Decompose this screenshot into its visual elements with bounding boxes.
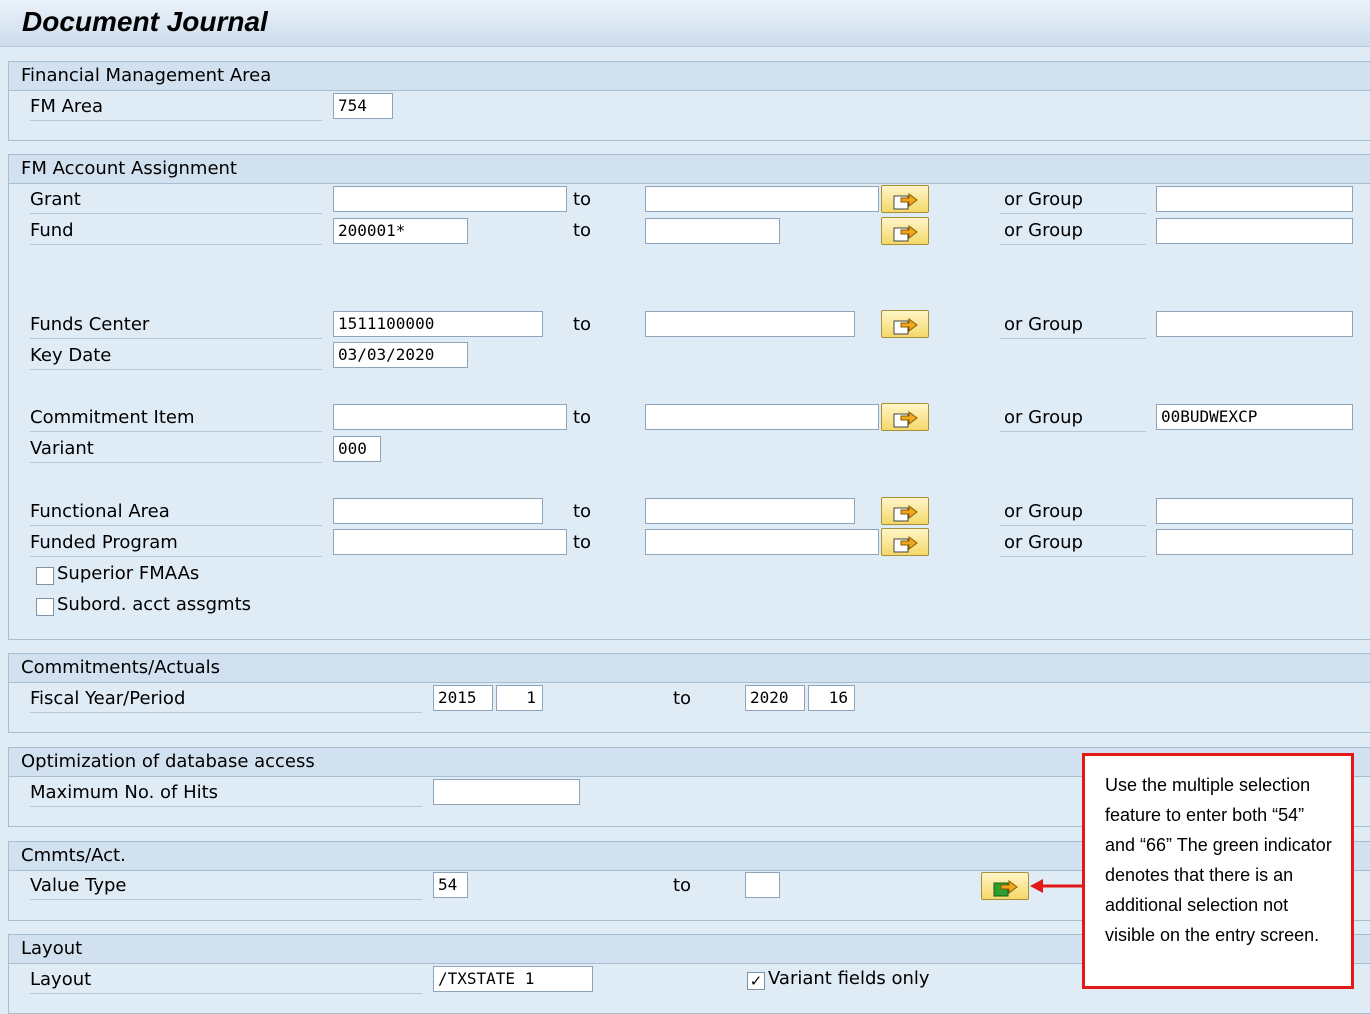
multiple-selection-icon (893, 536, 918, 553)
multiple-selection-button[interactable] (881, 217, 929, 245)
to-label: to (573, 407, 592, 428)
fund-from-input[interactable]: 200001* (333, 218, 468, 244)
multiple-selection-icon (893, 318, 918, 335)
funds-center-group-input[interactable] (1156, 311, 1353, 337)
key-date-input[interactable]: 03/03/2020 (333, 342, 468, 368)
value-type-from-input[interactable]: 54 (433, 872, 468, 898)
superior-fmaas-label: Superior FMAAs (57, 563, 200, 584)
group-header: Financial Management Area (9, 62, 1370, 91)
subord-acct-checkbox[interactable] (36, 598, 54, 616)
page-title: Document Journal (22, 6, 268, 37)
from-period-input[interactable]: 1 (496, 685, 543, 711)
variant-input[interactable]: 000 (333, 436, 381, 462)
fm-area-input[interactable]: 754 (333, 93, 393, 119)
multiple-selection-button-active[interactable] (981, 872, 1029, 900)
or-group-label: or Group (1000, 405, 1146, 432)
to-label: to (573, 501, 592, 522)
to-period-input[interactable]: 16 (808, 685, 855, 711)
functional-area-to-input[interactable] (645, 498, 855, 524)
funded-program-label: Funded Program (30, 530, 322, 557)
to-label: to (573, 189, 592, 210)
multiple-selection-button[interactable] (881, 310, 929, 338)
commitment-item-from-input[interactable] (333, 404, 567, 430)
layout-label: Layout (30, 967, 422, 994)
checkmark-icon: ✓ (749, 972, 763, 990)
to-year-input[interactable]: 2020 (745, 685, 805, 711)
fund-group-input[interactable] (1156, 218, 1353, 244)
grant-label: Grant (30, 187, 322, 214)
multiple-selection-icon (893, 411, 918, 428)
funded-program-group-input[interactable] (1156, 529, 1353, 555)
value-type-to-input[interactable] (745, 872, 780, 898)
variant-label: Variant (30, 436, 322, 463)
functional-area-group-input[interactable] (1156, 498, 1353, 524)
subord-acct-label: Subord. acct assgmts (57, 594, 252, 615)
fiscal-year-period-label: Fiscal Year/Period (30, 686, 422, 713)
multiple-selection-active-icon (993, 880, 1018, 897)
to-label: to (573, 314, 592, 335)
callout-arrow-icon (1030, 879, 1082, 893)
variant-fields-only-label: Variant fields only (768, 968, 930, 989)
functional-area-from-input[interactable] (333, 498, 543, 524)
fm-area-label: FM Area (30, 94, 322, 121)
funds-center-to-input[interactable] (645, 311, 855, 337)
value-type-label: Value Type (30, 873, 422, 900)
title-bar: Document Journal (0, 0, 1370, 47)
superior-fmaas-checkbox[interactable] (36, 567, 54, 585)
multiple-selection-icon (893, 225, 918, 242)
max-hits-input[interactable] (433, 779, 580, 805)
grant-from-input[interactable] (333, 186, 567, 212)
multiple-selection-button[interactable] (881, 185, 929, 213)
layout-input[interactable]: /TXSTATE 1 (433, 966, 593, 992)
multiple-selection-button[interactable] (881, 403, 929, 431)
or-group-label: or Group (1000, 187, 1146, 214)
grant-to-input[interactable] (645, 186, 879, 212)
key-date-label: Key Date (30, 343, 322, 370)
group-header: FM Account Assignment (9, 155, 1370, 184)
or-group-label: or Group (1000, 218, 1146, 245)
commitment-item-group-input[interactable]: 00BUDWEXCP (1156, 404, 1353, 430)
commitment-item-label: Commitment Item (30, 405, 322, 432)
or-group-label: or Group (1000, 499, 1146, 526)
max-hits-label: Maximum No. of Hits (30, 780, 422, 807)
grant-group-input[interactable] (1156, 186, 1353, 212)
callout-note: Use the multiple selection feature to en… (1082, 753, 1354, 989)
to-label: to (673, 688, 692, 709)
functional-area-label: Functional Area (30, 499, 322, 526)
group-header: Commitments/Actuals (9, 654, 1370, 683)
to-label: to (573, 220, 592, 241)
to-label: to (673, 875, 692, 896)
multiple-selection-icon (893, 193, 918, 210)
multiple-selection-button[interactable] (881, 528, 929, 556)
to-label: to (573, 532, 592, 553)
or-group-label: or Group (1000, 530, 1146, 557)
or-group-label: or Group (1000, 312, 1146, 339)
funds-center-from-input[interactable]: 1511100000 (333, 311, 543, 337)
callout-text: Use the multiple selection feature to en… (1105, 775, 1332, 945)
fund-to-input[interactable] (645, 218, 780, 244)
funds-center-label: Funds Center (30, 312, 322, 339)
variant-fields-only-checkbox[interactable]: ✓ (747, 972, 765, 990)
multiple-selection-button[interactable] (881, 497, 929, 525)
funded-program-from-input[interactable] (333, 529, 567, 555)
funded-program-to-input[interactable] (645, 529, 879, 555)
commitment-item-to-input[interactable] (645, 404, 879, 430)
from-year-input[interactable]: 2015 (433, 685, 493, 711)
multiple-selection-icon (893, 505, 918, 522)
fund-label: Fund (30, 218, 322, 245)
